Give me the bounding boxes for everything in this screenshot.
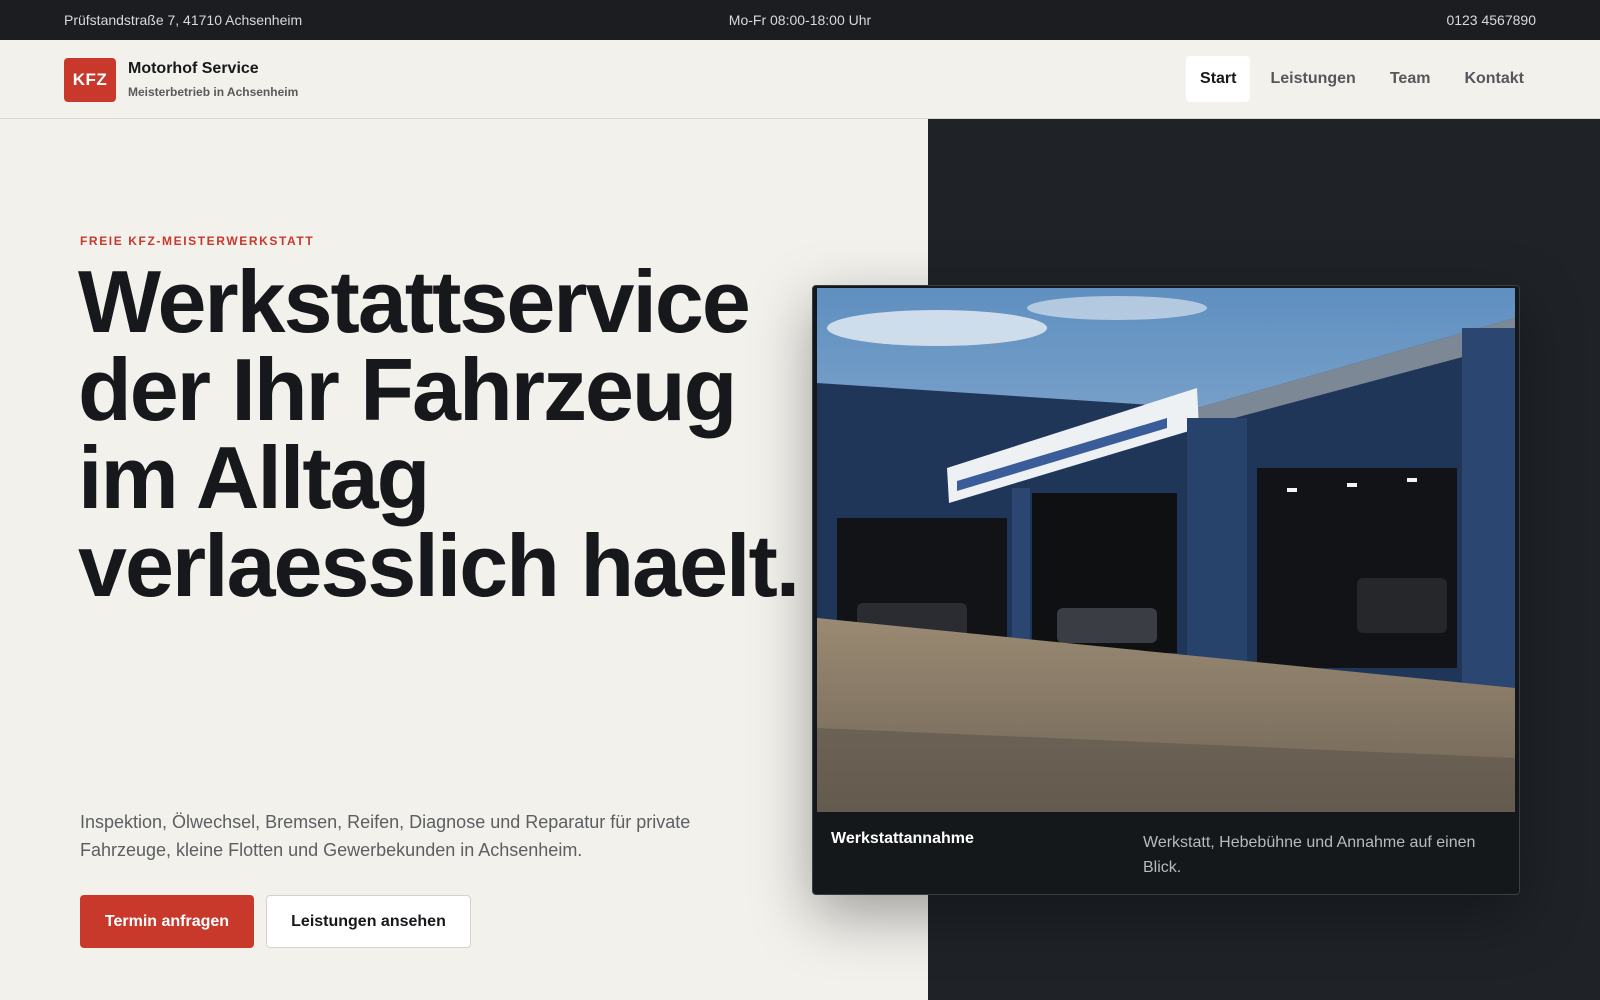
brand-name[interactable]: Motorhof Service	[128, 60, 259, 78]
opening-hours-text: Mo-Fr 08:00-18:00 Uhr	[728, 12, 872, 28]
hero-headline: Werkstattservice der Ihr Fahrzeug im All…	[78, 252, 800, 615]
logo[interactable]: KFZ	[64, 58, 116, 102]
hero-eyebrow: FREIE KFZ-MEISTERWERKSTATT	[80, 234, 315, 248]
request-appointment-button[interactable]: Termin anfragen	[80, 895, 254, 948]
card-description: Werkstatt, Hebebühne und Annahme auf ein…	[1143, 834, 1476, 876]
address-text: Prüfstandstraße 7, 41710 Achsenheim	[64, 12, 303, 28]
workshop-card: Werkstattannahme Werkstatt, Hebebühne un…	[812, 285, 1520, 895]
nav-item-start[interactable]: Start	[1186, 56, 1251, 102]
top-info-bar: Prüfstandstraße 7, 41710 Achsenheim Mo-F…	[0, 0, 1600, 40]
nav-item-leistungen[interactable]: Leistungen	[1256, 56, 1369, 102]
brand-tagline: Meisterbetrieb in Achsenheim	[128, 85, 299, 99]
hero-lead-text: Inspektion, Ölwechsel, Bremsen, Reifen, …	[80, 812, 691, 860]
nav-item-kontakt[interactable]: Kontakt	[1450, 56, 1538, 102]
site-header: KFZ Motorhof Service Meisterbetrieb in A…	[0, 40, 1600, 119]
nav-item-team[interactable]: Team	[1376, 56, 1445, 102]
card-title: Werkstattannahme	[831, 830, 974, 847]
main-nav: Start Leistungen Team Kontakt	[1186, 56, 1538, 102]
phone-link[interactable]: 0123 4567890	[1446, 12, 1536, 28]
view-services-button[interactable]: Leistungen ansehen	[266, 895, 471, 948]
workshop-photo	[817, 288, 1515, 812]
